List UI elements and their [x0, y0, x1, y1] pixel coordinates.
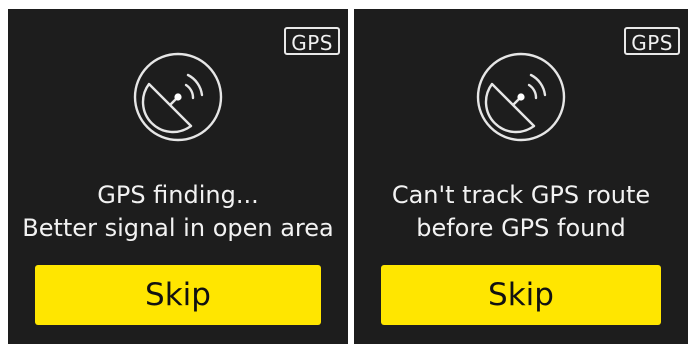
warning-message-line-2: before GPS found	[416, 214, 626, 242]
gps-status-badge: GPS	[284, 27, 340, 55]
warning-message-line-1: Can't track GPS route	[391, 181, 651, 209]
skip-button[interactable]: Skip	[35, 265, 321, 325]
skip-button[interactable]: Skip	[381, 265, 661, 325]
satellite-dish-icon	[476, 52, 566, 142]
status-message-line-1: GPS finding...	[97, 181, 259, 209]
satellite-dish-icon	[133, 52, 223, 142]
gps-route-warning-screen: GPS Can't track GPS route before GPS fou…	[354, 9, 688, 344]
warning-message: Can't track GPS route before GPS found	[354, 179, 688, 245]
status-message-line-2: Better signal in open area	[22, 214, 334, 242]
gps-status-badge: GPS	[624, 27, 680, 55]
gps-finding-screen: GPS GPS finding... Better signal in open…	[8, 9, 348, 344]
status-message: GPS finding... Better signal in open are…	[8, 179, 348, 245]
